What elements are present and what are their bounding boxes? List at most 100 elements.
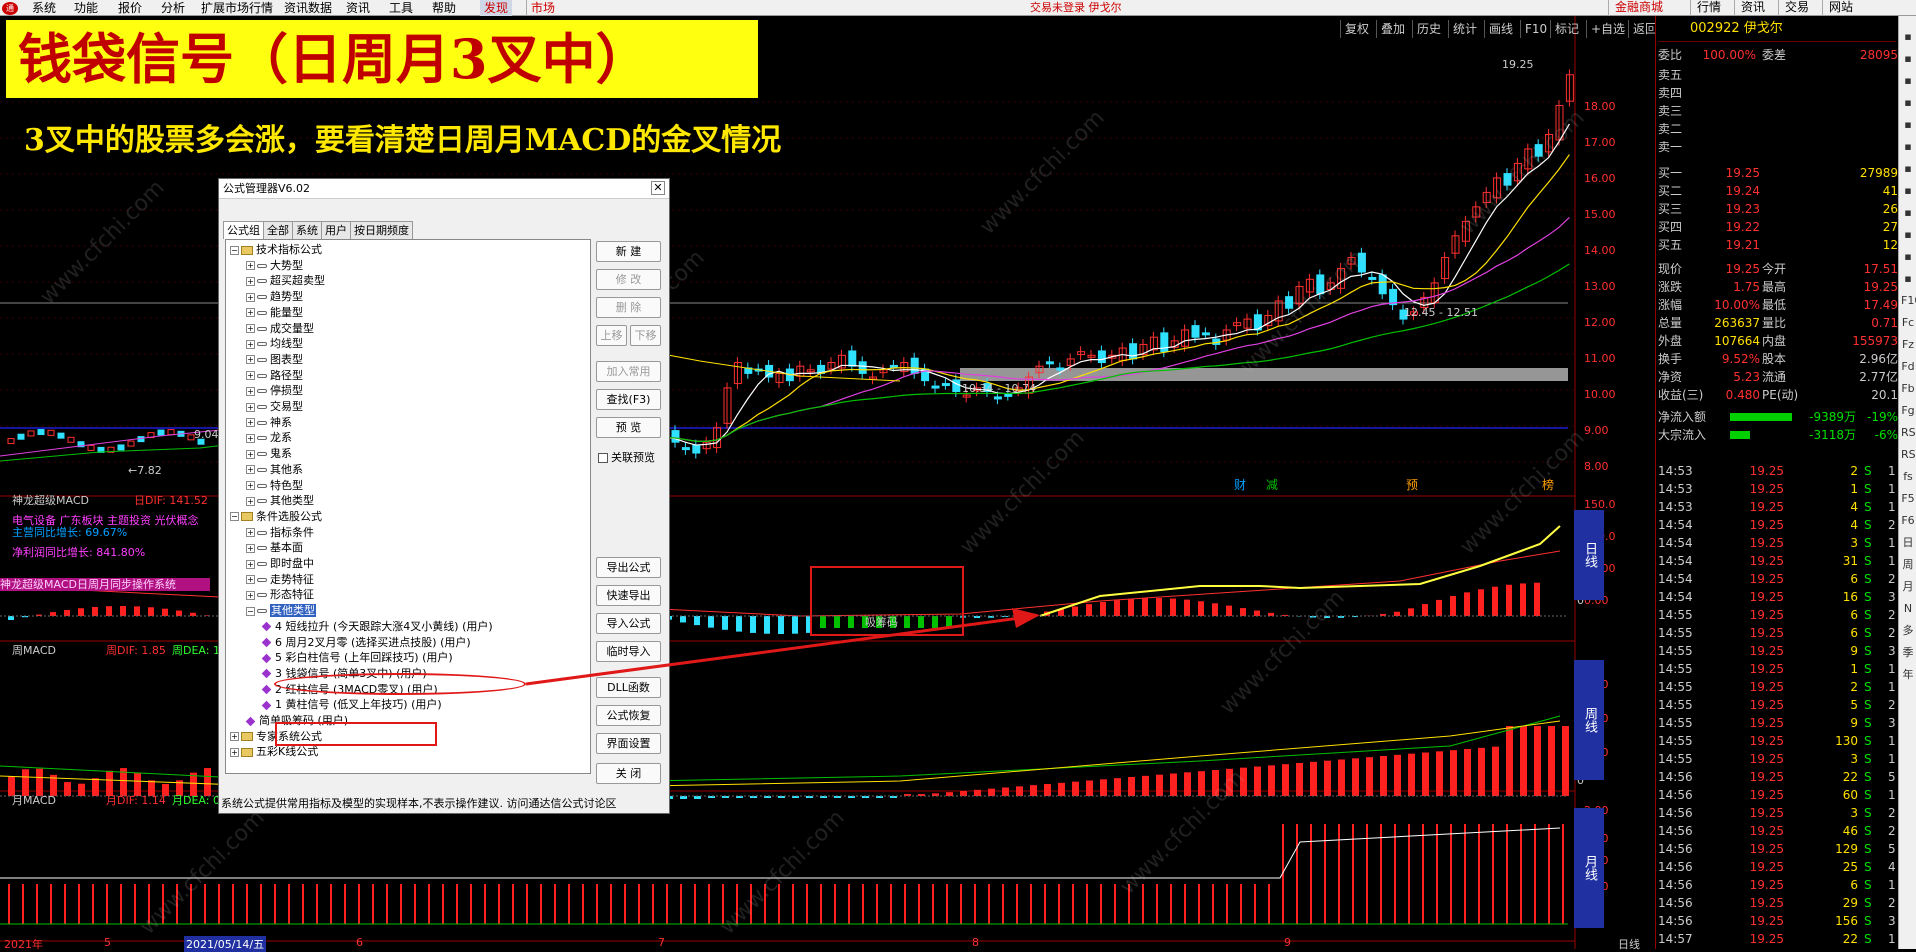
expand-icon[interactable]: + (246, 387, 255, 396)
expand-icon[interactable]: − (246, 607, 255, 616)
formula-item[interactable]: 1 黄柱信号 (低叉上年技巧) (用户) (262, 697, 442, 712)
sidebar-button[interactable]: Fd (1901, 360, 1915, 374)
tick-row[interactable]: 14:5519.259S3 (1658, 714, 1896, 732)
tick-row[interactable]: 14:5719.2522S1 (1658, 930, 1896, 948)
tab-user[interactable]: 用户 (321, 221, 351, 239)
menu-ext-market[interactable]: 扩展市场行情 (201, 0, 273, 16)
expand-icon[interactable]: + (246, 465, 255, 474)
event-marker[interactable]: 财 (1234, 476, 1246, 493)
expand-icon[interactable]: + (246, 497, 255, 506)
tick-row[interactable]: 14:5519.255S2 (1658, 696, 1896, 714)
preview-button[interactable]: 预 览 (596, 417, 661, 438)
formula-group[interactable]: +形态特征 (246, 587, 314, 602)
menu-quote[interactable]: 报价 (118, 0, 142, 16)
tool-icon[interactable]: ▪ (1901, 228, 1915, 242)
menu-function[interactable]: 功能 (74, 0, 98, 16)
tick-row[interactable]: 14:5619.25129S5 (1658, 840, 1896, 858)
menu-system[interactable]: 系统 (32, 0, 56, 16)
quote-button[interactable]: 行情 (1690, 0, 1727, 16)
sidebar-button[interactable]: RSI (1901, 448, 1915, 462)
tick-row[interactable]: 14:5619.2560S1 (1658, 786, 1896, 804)
tick-row[interactable]: 14:5419.253S1 (1658, 534, 1896, 552)
sidebar-button[interactable]: F6 (1901, 514, 1915, 528)
temp-import-button[interactable]: 临时导入 (596, 641, 661, 662)
move-down-button[interactable]: 下移 (630, 325, 661, 346)
sidebar-button[interactable]: 季 (1901, 646, 1915, 660)
sidebar-button[interactable]: 年 (1901, 668, 1915, 682)
toolbar-add-fav[interactable]: +自选 (1586, 20, 1629, 38)
tick-row[interactable]: 14:5619.2522S5 (1658, 768, 1896, 786)
toolbar-fuquan[interactable]: 复权 (1340, 20, 1373, 38)
expand-icon[interactable]: + (246, 528, 255, 537)
toolbar-mark[interactable]: 标记 (1550, 20, 1583, 38)
doc-icon[interactable]: ▪ (1901, 184, 1915, 198)
add-common-button[interactable]: 加入常用 (596, 361, 661, 382)
down-icon[interactable]: ▪ (1901, 52, 1915, 66)
formula-group[interactable]: +图表型 (246, 352, 303, 367)
close-icon[interactable]: ✕ (651, 181, 665, 195)
formula-group[interactable]: +龙系 (246, 430, 292, 445)
expand-icon[interactable]: + (246, 481, 255, 490)
tick-row[interactable]: 14:5319.252S1 (1658, 462, 1896, 480)
book-icon[interactable]: ▪ (1901, 96, 1915, 110)
formula-group[interactable]: +神系 (246, 415, 292, 430)
sidebar-button[interactable]: F5 (1901, 492, 1915, 506)
expand-icon[interactable]: + (246, 308, 255, 317)
event-marker[interactable]: 预 (1406, 476, 1418, 493)
toolbar-history[interactable]: 历史 (1412, 20, 1445, 38)
formula-group[interactable]: +其他类型 (246, 493, 314, 508)
formula-group[interactable]: +超买超卖型 (246, 273, 325, 288)
formula-group[interactable]: +大势型 (246, 258, 303, 273)
trade-button[interactable]: 交易 (1778, 0, 1815, 16)
menu-info[interactable]: 资讯 (346, 0, 370, 16)
formula-group[interactable]: +特色型 (246, 478, 303, 493)
doc-icon[interactable]: ▪ (1901, 162, 1915, 176)
toolbar-f10[interactable]: F10 (1520, 20, 1551, 38)
formula-item[interactable]: 6 周月2叉月零 (选择买进点技股) (用户) (262, 635, 471, 650)
tick-row[interactable]: 14:5619.2529S2 (1658, 894, 1896, 912)
sidebar-button[interactable]: N (1901, 602, 1915, 616)
formula-group[interactable]: +走势特征 (246, 572, 314, 587)
formula-group[interactable]: +停损型 (246, 383, 303, 398)
tick-row[interactable]: 14:5319.251S1 (1658, 480, 1896, 498)
list-icon[interactable]: ▪ (1901, 74, 1915, 88)
tick-row[interactable]: 14:5419.254S2 (1658, 516, 1896, 534)
new-button[interactable]: 新 建 (596, 241, 661, 262)
expand-icon[interactable]: + (246, 450, 255, 459)
menu-help[interactable]: 帮助 (432, 0, 456, 16)
expand-icon[interactable]: + (246, 293, 255, 302)
link-preview-checkbox[interactable]: 关联预览 (598, 449, 655, 465)
expand-icon[interactable]: + (230, 748, 239, 757)
sidebar-button[interactable]: Fb (1901, 382, 1915, 396)
ui-settings-button[interactable]: 界面设置 (596, 733, 661, 754)
tick-row[interactable]: 14:5519.259S3 (1658, 642, 1896, 660)
tick-row[interactable]: 14:5619.253S2 (1658, 804, 1896, 822)
tick-row[interactable]: 14:5419.256S2 (1658, 570, 1896, 588)
chart-icon[interactable]: ▪ (1901, 118, 1915, 132)
sidebar-button[interactable]: 多 (1901, 624, 1915, 638)
delete-button[interactable]: 删 除 (596, 297, 661, 318)
quick-export-button[interactable]: 快速导出 (596, 585, 661, 606)
expand-icon[interactable]: − (230, 246, 239, 255)
expand-icon[interactable]: + (246, 434, 255, 443)
formula-group[interactable]: +鬼系 (246, 446, 292, 461)
tick-row[interactable]: 14:5519.25130S1 (1658, 732, 1896, 750)
tick-row[interactable]: 14:5519.253S1 (1658, 750, 1896, 768)
tab-formula-group[interactable]: 公式组 (223, 221, 264, 239)
restore-button[interactable]: 公式恢复 (596, 705, 661, 726)
sidebar-button[interactable]: Fz (1901, 338, 1915, 352)
tick-row[interactable]: 14:5619.25156S3 (1658, 912, 1896, 930)
export-button[interactable]: 导出公式 (596, 557, 661, 578)
formula-group[interactable]: +指标条件 (246, 525, 314, 540)
formula-group[interactable]: +其他系 (246, 462, 303, 477)
expand-icon[interactable]: + (230, 732, 239, 741)
tick-row[interactable]: 14:5519.252S1 (1658, 678, 1896, 696)
tick-row[interactable]: 14:5519.251S1 (1658, 660, 1896, 678)
grid-icon[interactable]: ▪ (1901, 140, 1915, 154)
tick-row[interactable]: 14:5619.2525S4 (1658, 858, 1896, 876)
tab-system[interactable]: 系统 (292, 221, 322, 239)
formula-group[interactable]: −条件选股公式 (230, 509, 322, 524)
formula-group[interactable]: +基本面 (246, 540, 303, 555)
expand-icon[interactable]: + (246, 340, 255, 349)
formula-group[interactable]: −技术指标公式 (230, 242, 322, 257)
